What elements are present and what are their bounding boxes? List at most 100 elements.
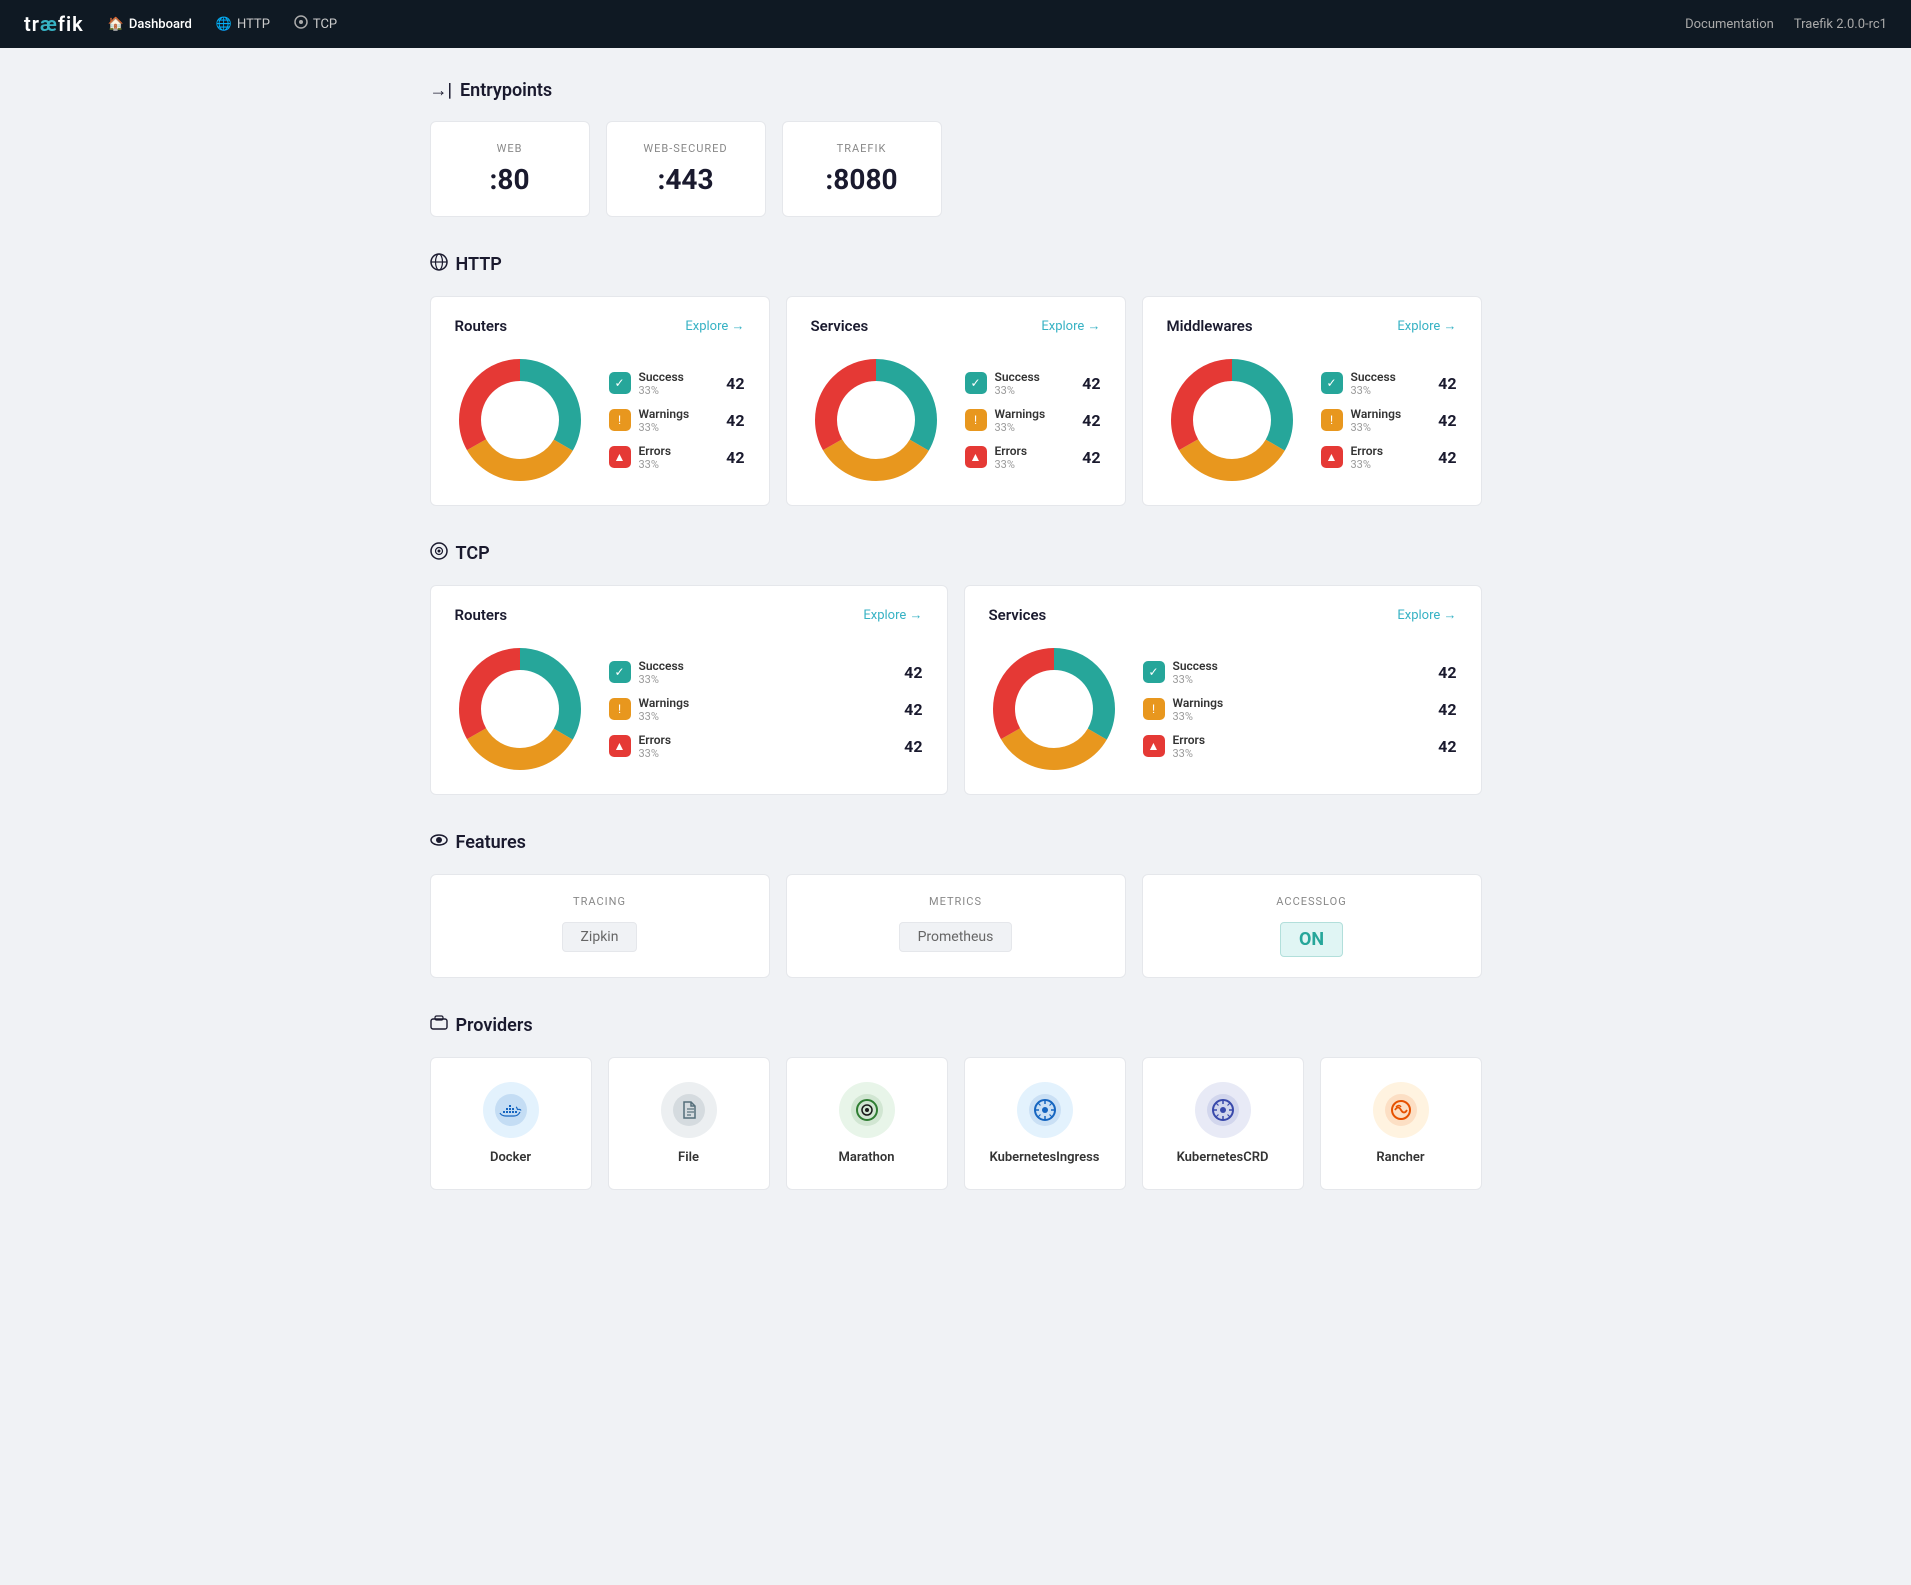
entrypoints-title: Entrypoints xyxy=(460,80,552,101)
provider-rancher: Rancher xyxy=(1320,1057,1482,1190)
http-services-legend: ✓ Success 33% 42 ! Warnings 33% xyxy=(965,370,1101,471)
navbar: træfik 🏠 Dashboard 🌐 HTTP TCP Documentat… xyxy=(0,0,1911,48)
tcp-routers-explore[interactable]: Explore → xyxy=(863,607,922,623)
tcp-cards-grid: Routers Explore → xyxy=(430,585,1482,795)
provider-k8scrd-name: KubernetesCRD xyxy=(1177,1150,1269,1165)
http-routers-body: ✓ Success 33% 42 ! Warnings 33% xyxy=(455,355,745,485)
http-routers-header: Routers Explore → xyxy=(455,317,745,335)
provider-marathon-name: Marathon xyxy=(838,1150,894,1165)
http-services-title: Services xyxy=(811,317,869,335)
http-routers-title: Routers xyxy=(455,317,508,335)
navbar-left: træfik 🏠 Dashboard 🌐 HTTP TCP xyxy=(24,12,337,36)
providers-header: Providers xyxy=(430,1014,1482,1037)
entrypoint-websecured: WEB-SECURED :443 xyxy=(606,121,766,217)
http-middlewares-header: Middlewares Explore → xyxy=(1167,317,1457,335)
tcp-routers-title: Routers xyxy=(455,606,508,624)
k8scrd-icon xyxy=(1195,1082,1251,1138)
entrypoint-web-label: WEB xyxy=(463,142,557,155)
feature-metrics-label: METRICS xyxy=(811,895,1101,908)
entrypoint-traefik-value: :8080 xyxy=(815,163,909,196)
http-routers-explore[interactable]: Explore → xyxy=(685,318,744,334)
provider-docker-name: Docker xyxy=(490,1150,531,1165)
http-services-explore[interactable]: Explore → xyxy=(1041,318,1100,334)
warning-text: Warnings 33% xyxy=(639,407,719,434)
warning-icon: ! xyxy=(609,409,631,431)
http-middlewares-legend: ✓ Success 33% 42 ! Warnings 33% xyxy=(1321,370,1457,471)
provider-k8s-name: KubernetesIngress xyxy=(990,1150,1100,1165)
entrypoints-icon: →| xyxy=(430,80,453,101)
success-icon: ✓ xyxy=(609,372,631,394)
http-middlewares-card: Middlewares Explore → xyxy=(1142,296,1482,506)
features-section: Features TRACING Zipkin METRICS Promethe… xyxy=(430,831,1482,978)
provider-file-name: File xyxy=(678,1150,699,1165)
provider-file: File xyxy=(608,1057,770,1190)
http-middlewares-body: ✓ Success 33% 42 ! Warnings 33% xyxy=(1167,355,1457,485)
error-icon: ▲ xyxy=(609,446,631,468)
http-services-card: Services Explore → xyxy=(786,296,1126,506)
http-middlewares-chart xyxy=(1167,355,1297,485)
navbar-right: Documentation Traefik 2.0.0-rc1 xyxy=(1685,17,1887,32)
nav-http[interactable]: 🌐 HTTP xyxy=(216,17,270,32)
marathon-icon xyxy=(839,1082,895,1138)
http-header: HTTP xyxy=(430,253,1482,276)
tcp-routers-chart xyxy=(455,644,585,774)
tcp-services-legend: ✓ Success 33% 42 ! Warnings 33% xyxy=(1143,659,1457,760)
entrypoint-websecured-value: :443 xyxy=(639,163,733,196)
http-routers-legend: ✓ Success 33% 42 ! Warnings 33% xyxy=(609,370,745,471)
success-text: Success 33% xyxy=(639,370,719,397)
nav-dashboard[interactable]: 🏠 Dashboard xyxy=(108,17,192,32)
http-routers-chart xyxy=(455,355,585,485)
feature-accesslog-value: ON xyxy=(1280,922,1343,957)
nav-tcp[interactable]: TCP xyxy=(294,15,337,33)
feature-accesslog: ACCESSLOG ON xyxy=(1142,874,1482,978)
providers-icon xyxy=(430,1014,448,1037)
entrypoints-section: →| Entrypoints WEB :80 WEB-SECURED :443 … xyxy=(430,80,1482,217)
entrypoint-web-value: :80 xyxy=(463,163,557,196)
feature-metrics-value: Prometheus xyxy=(899,922,1013,952)
globe-icon: 🌐 xyxy=(216,17,232,32)
provider-k8s-ingress: KubernetesIngress xyxy=(964,1057,1126,1190)
tcp-services-header: Services Explore → xyxy=(989,606,1457,624)
docs-link[interactable]: Documentation xyxy=(1685,17,1774,32)
tcp-icon xyxy=(294,15,308,33)
feature-accesslog-label: ACCESSLOG xyxy=(1167,895,1457,908)
features-header: Features xyxy=(430,831,1482,854)
feature-tracing-value: Zipkin xyxy=(562,922,638,952)
features-grid: TRACING Zipkin METRICS Prometheus ACCESS… xyxy=(430,874,1482,978)
k8s-ingress-icon xyxy=(1017,1082,1073,1138)
tcp-routers-body: ✓ Success 33% 42 ! Warnings 33% xyxy=(455,644,923,774)
legend-error: ▲ Errors 33% 42 xyxy=(609,444,745,471)
entrypoint-web: WEB :80 xyxy=(430,121,590,217)
entrypoints-grid: WEB :80 WEB-SECURED :443 TRAEFIK :8080 xyxy=(430,121,1482,217)
providers-title: Providers xyxy=(456,1015,533,1036)
error-text: Errors 33% xyxy=(639,444,719,471)
tcp-header: TCP xyxy=(430,542,1482,565)
http-cards-grid: Routers Explore → xyxy=(430,296,1482,506)
feature-tracing-label: TRACING xyxy=(455,895,745,908)
legend-success: ✓ Success 33% 42 xyxy=(609,370,745,397)
entrypoints-header: →| Entrypoints xyxy=(430,80,1482,101)
features-icon xyxy=(430,831,448,854)
legend-warning: ! Warnings 33% 42 xyxy=(609,407,745,434)
providers-grid: Docker File xyxy=(430,1057,1482,1190)
providers-section: Providers Docker xyxy=(430,1014,1482,1190)
http-routers-card: Routers Explore → xyxy=(430,296,770,506)
feature-metrics: METRICS Prometheus xyxy=(786,874,1126,978)
tcp-services-chart xyxy=(989,644,1119,774)
http-middlewares-title: Middlewares xyxy=(1167,317,1253,335)
tcp-services-title: Services xyxy=(989,606,1047,624)
http-middlewares-explore[interactable]: Explore → xyxy=(1397,318,1456,334)
provider-k8scrd: KubernetesCRD xyxy=(1142,1057,1304,1190)
tcp-routers-header: Routers Explore → xyxy=(455,606,923,624)
version-link[interactable]: Traefik 2.0.0-rc1 xyxy=(1794,17,1887,32)
tcp-services-explore[interactable]: Explore → xyxy=(1397,607,1456,623)
provider-marathon: Marathon xyxy=(786,1057,948,1190)
file-icon xyxy=(661,1082,717,1138)
tcp-services-card: Services Explore → xyxy=(964,585,1482,795)
http-icon xyxy=(430,253,448,276)
tcp-title: TCP xyxy=(456,543,490,564)
rancher-icon xyxy=(1373,1082,1429,1138)
tcp-section: TCP Routers Explore → xyxy=(430,542,1482,795)
http-services-chart xyxy=(811,355,941,485)
http-section: HTTP Routers Explore → xyxy=(430,253,1482,506)
